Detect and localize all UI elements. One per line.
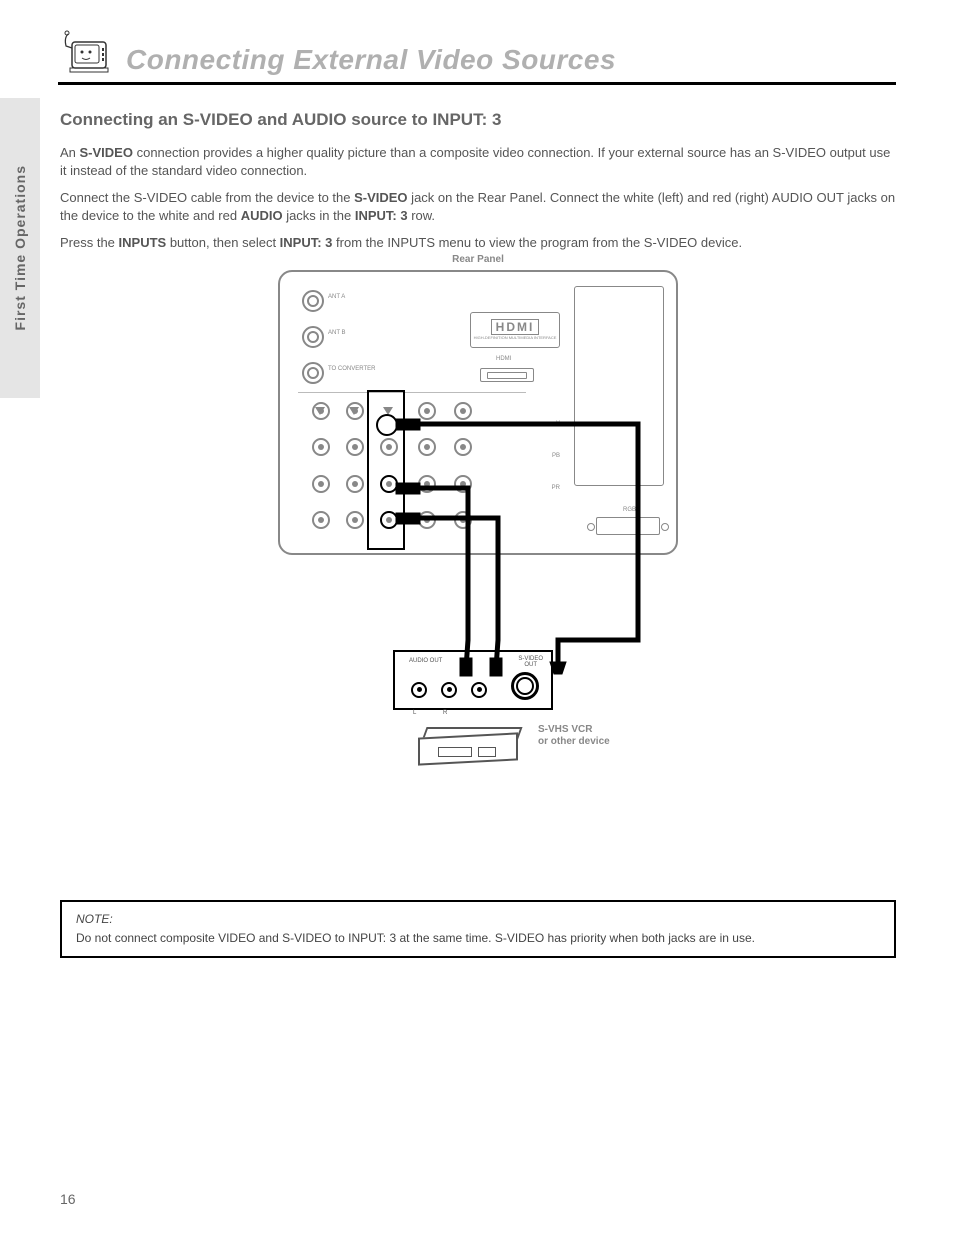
page-header: Connecting External Video Sources [58, 25, 896, 85]
audio-out-label: AUDIO OUT [409, 658, 442, 664]
ext-svideo-jack [511, 672, 539, 700]
page-title: Connecting External Video Sources [126, 44, 616, 76]
note-box: NOTE: Do not connect composite VIDEO and… [60, 900, 896, 958]
paragraph-2: Connect the S-VIDEO cable from the devic… [60, 189, 896, 224]
note-body: Do not connect composite VIDEO and S-VID… [76, 930, 880, 946]
vcr-device-icon [418, 725, 528, 767]
external-device-outputs: AUDIO OUT L R S-VIDEO OUT [393, 650, 553, 710]
connection-diagram: Rear Panel ANT A ANT B TO CONVERTER HDMI… [158, 270, 798, 775]
r-label: R [443, 710, 447, 716]
ext-audio-l-jack [411, 682, 427, 698]
page-number: 16 [60, 1191, 76, 1207]
note-title: NOTE: [76, 912, 880, 926]
sidebar-tab-label: First Time Operations [12, 165, 28, 330]
l-label: L [413, 710, 416, 716]
ext-audio-r-jack [441, 682, 457, 698]
rear-panel-label: Rear Panel [452, 254, 504, 265]
section-title: Connecting an S-VIDEO and AUDIO source t… [60, 110, 896, 130]
svideo-out-label: S-VIDEO OUT [518, 656, 543, 668]
paragraph-1: An S-VIDEO connection provides a higher … [60, 144, 896, 179]
device-label: S-VHS VCR or other device [538, 724, 610, 748]
main-content: Connecting an S-VIDEO and AUDIO source t… [60, 110, 896, 775]
paragraph-3: Press the INPUTS button, then select INP… [60, 234, 896, 252]
tv-mascot-icon [58, 26, 114, 76]
sidebar-tab: First Time Operations [0, 98, 40, 398]
ext-extra-jack [471, 682, 487, 698]
